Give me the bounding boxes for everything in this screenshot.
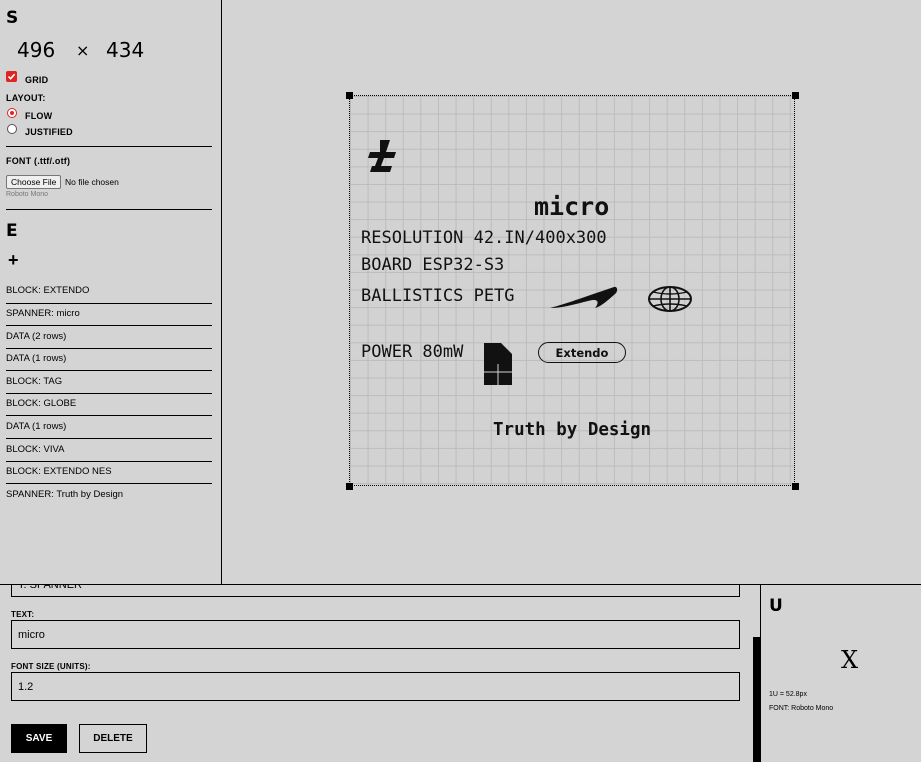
save-button[interactable]: SAVE [11,724,67,753]
swoosh-tag-icon[interactable] [548,284,618,317]
extendo-logo-icon[interactable] [366,138,400,181]
element-item[interactable]: DATA (1 rows) [6,421,66,432]
unit-info: 1U = 52.8px [769,691,807,698]
settings-title: S [6,8,19,28]
data-row-board[interactable]: BOARD ESP32-S3 [361,255,504,275]
add-element-button[interactable]: + [8,250,19,271]
data-row-ballistics[interactable]: BALLISTICS PETG [361,286,515,306]
current-font: Roboto Mono [6,191,49,198]
globe-icon[interactable] [647,285,693,318]
text-input[interactable]: micro [11,620,740,649]
text-label: TEXT: [11,610,35,619]
divider [6,415,212,416]
divider [6,209,212,210]
layout-flow-radio[interactable] [7,108,17,118]
canvas-height[interactable]: 434 [106,38,144,62]
divider [6,483,212,484]
resize-handle-bottom-left[interactable] [346,483,353,490]
data-row-resolution[interactable]: RESOLUTION 42.IN/400x300 [361,228,607,248]
element-item[interactable]: DATA (2 rows) [6,331,66,342]
close-icon[interactable]: X [841,646,858,674]
font-label: FONT (.ttf/.otf) [6,156,71,166]
viva-block-icon[interactable] [483,342,513,391]
element-item[interactable]: BLOCK: GLOBE [6,398,76,409]
editor-panel: T: SPANNER TEXT: micro FONT SIZE (UNITS)… [0,584,921,762]
resize-handle-bottom-right[interactable] [792,483,799,490]
divider [6,461,212,462]
canvas-width[interactable]: 496 [17,38,55,62]
type-field-clipped: T: SPANNER [11,585,740,597]
divider [6,348,212,349]
grid-label: GRID [25,75,49,85]
layout-label: LAYOUT: [6,93,46,103]
element-item[interactable]: BLOCK: TAG [6,376,62,387]
checkmark-icon [7,73,16,80]
divider [6,438,212,439]
spanner-truth[interactable]: Truth by Design [493,420,651,440]
units-title: U [769,596,783,616]
layout-flow-label: FLOW [25,111,53,121]
times-icon: × [76,41,90,60]
element-item[interactable]: SPANNER: Truth by Design [6,489,123,500]
layout-justified-radio[interactable] [7,124,17,134]
resize-handle-top-left[interactable] [346,92,353,99]
divider [6,393,212,394]
settings-panel: S 496 × 434 GRID LAYOUT: FLOW JUSTIFIED … [0,0,222,584]
element-item[interactable]: BLOCK: VIVA [6,444,64,455]
divider [760,585,761,762]
font-info: FONT: Roboto Mono [769,705,834,712]
delete-button[interactable]: DELETE [79,724,147,753]
elements-title: E [6,221,18,241]
type-field[interactable]: T: SPANNER [11,585,740,597]
divider [6,325,212,326]
resize-handle-top-right[interactable] [792,92,799,99]
element-item[interactable]: BLOCK: EXTENDO NES [6,466,112,477]
element-item[interactable]: BLOCK: EXTENDO [6,285,89,296]
element-item[interactable]: SPANNER: micro [6,308,80,319]
grid-checkbox[interactable] [6,71,17,82]
data-row-power[interactable]: POWER 80mW [361,342,463,362]
spanner-micro[interactable]: micro [534,192,609,221]
divider [6,146,212,147]
extendo-nes-badge[interactable]: Extendo [538,342,626,363]
design-canvas[interactable]: micro RESOLUTION 42.IN/400x300 BOARD ESP… [349,95,795,486]
layout-justified-label: JUSTIFIED [25,127,73,137]
element-item[interactable]: DATA (1 rows) [6,353,66,364]
divider [6,303,212,304]
scrollbar[interactable] [753,637,760,762]
file-status: No file chosen [65,177,119,187]
choose-file-button[interactable]: Choose File [6,175,62,189]
font-size-label: FONT SIZE (UNITS): [11,662,91,671]
divider [6,370,212,371]
font-size-input[interactable]: 1.2 [11,672,740,701]
